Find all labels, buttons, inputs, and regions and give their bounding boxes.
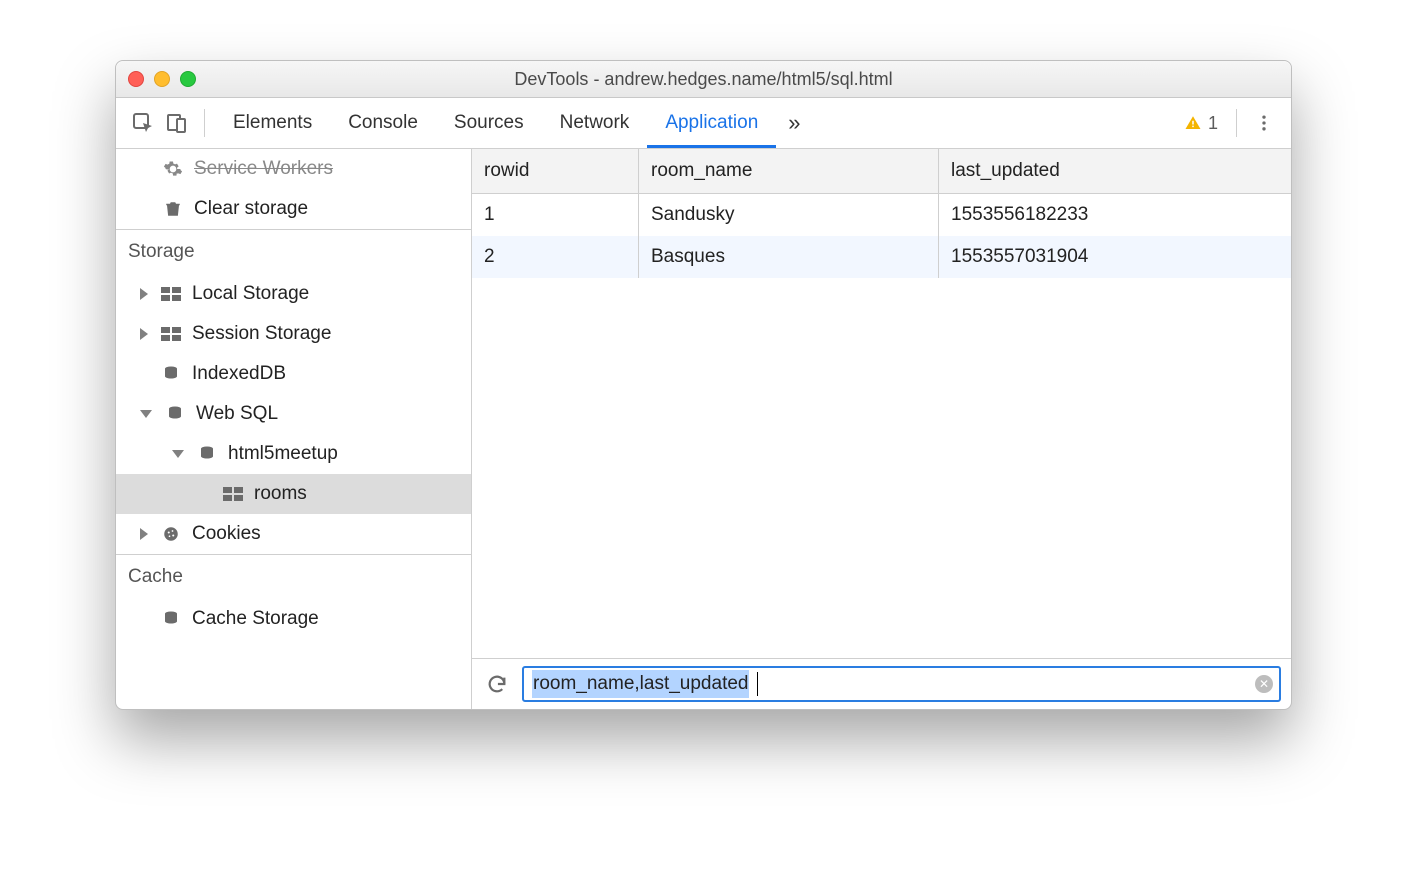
query-bar: room_name,last_updated ✕ [472, 658, 1291, 709]
sidebar-item-service-workers[interactable]: Service Workers [116, 149, 471, 189]
cell-room-name: Basques [639, 236, 939, 278]
grid-body: 1 Sandusky 1553556182233 2 Basques 15535… [472, 194, 1291, 658]
sidebar-item-cookies[interactable]: Cookies [116, 514, 471, 554]
window-titlebar: DevTools - andrew.hedges.name/html5/sql.… [116, 61, 1291, 98]
inspect-element-icon[interactable] [126, 106, 160, 140]
data-pane: rowid room_name last_updated 1 Sandusky … [472, 149, 1291, 709]
cell-room-name: Sandusky [639, 194, 939, 236]
table-icon [160, 325, 182, 343]
tab-application[interactable]: Application [647, 98, 776, 148]
zoom-window-button[interactable] [180, 71, 196, 87]
sidebar-item-indexeddb[interactable]: IndexedDB [116, 354, 471, 394]
column-header-rowid[interactable]: rowid [472, 149, 639, 193]
application-sidebar: Service Workers Clear storage Storage [116, 149, 472, 709]
close-window-button[interactable] [128, 71, 144, 87]
cell-rowid: 2 [472, 236, 639, 278]
gear-icon [162, 160, 184, 178]
sidebar-item-label: Service Workers [194, 158, 333, 180]
sidebar-item-label: Local Storage [192, 283, 309, 305]
sidebar-item-label: Clear storage [194, 198, 308, 220]
devtools-window: DevTools - andrew.hedges.name/html5/sql.… [115, 60, 1292, 710]
cell-last-updated: 1553556182233 [939, 194, 1291, 236]
sidebar-item-label: html5meetup [228, 443, 338, 465]
expand-icon [140, 528, 148, 540]
table-row[interactable]: 1 Sandusky 1553556182233 [472, 194, 1291, 236]
section-cache: Cache [116, 554, 471, 599]
tab-network[interactable]: Network [542, 98, 648, 148]
sidebar-item-local-storage[interactable]: Local Storage [116, 274, 471, 314]
cookie-icon [160, 525, 182, 543]
tab-sources[interactable]: Sources [436, 98, 542, 148]
table-icon [222, 485, 244, 503]
sidebar-item-label: Session Storage [192, 323, 331, 345]
trash-icon [162, 200, 184, 218]
sql-table-grid: rowid room_name last_updated 1 Sandusky … [472, 149, 1291, 658]
tab-console[interactable]: Console [330, 98, 436, 148]
sidebar-item-websql-db[interactable]: html5meetup [116, 434, 471, 474]
table-icon [160, 285, 182, 303]
query-selected-text: room_name,last_updated [532, 670, 749, 698]
sidebar-item-label: Web SQL [196, 403, 278, 425]
warning-icon [1184, 114, 1202, 132]
table-row[interactable]: 2 Basques 1553557031904 [472, 236, 1291, 278]
section-storage: Storage [116, 229, 471, 274]
sql-query-input[interactable]: room_name,last_updated ✕ [522, 666, 1281, 702]
collapse-icon [140, 410, 152, 418]
cell-last-updated: 1553557031904 [939, 236, 1291, 278]
window-title: DevTools - andrew.hedges.name/html5/sql.… [116, 69, 1291, 90]
traffic-lights [128, 71, 196, 87]
sidebar-item-clear-storage[interactable]: Clear storage [116, 189, 471, 229]
clear-input-button[interactable]: ✕ [1255, 675, 1273, 693]
sidebar-item-session-storage[interactable]: Session Storage [116, 314, 471, 354]
database-icon [160, 365, 182, 383]
database-icon [196, 445, 218, 463]
warnings-count: 1 [1208, 113, 1218, 134]
more-options-icon[interactable] [1247, 106, 1281, 140]
device-toolbar-icon[interactable] [160, 106, 194, 140]
column-header-last-updated[interactable]: last_updated [939, 149, 1291, 193]
sidebar-item-label: Cache Storage [192, 608, 319, 630]
column-header-room-name[interactable]: room_name [639, 149, 939, 193]
database-icon [160, 610, 182, 628]
sidebar-item-websql-table[interactable]: rooms [116, 474, 471, 514]
collapse-icon [172, 450, 184, 458]
minimize-window-button[interactable] [154, 71, 170, 87]
grid-header: rowid room_name last_updated [472, 149, 1291, 194]
tab-separator [204, 109, 205, 137]
text-caret [757, 672, 758, 696]
warnings-indicator[interactable]: 1 [1184, 113, 1218, 134]
sidebar-item-label: IndexedDB [192, 363, 286, 385]
expand-icon [140, 288, 148, 300]
tabs-overflow-button[interactable]: » [776, 98, 812, 148]
sidebar-item-websql[interactable]: Web SQL [116, 394, 471, 434]
tab-elements[interactable]: Elements [215, 98, 330, 148]
tab-separator-right [1236, 109, 1237, 137]
refresh-icon [486, 673, 508, 695]
expand-icon [140, 328, 148, 340]
refresh-button[interactable] [482, 669, 512, 699]
cell-rowid: 1 [472, 194, 639, 236]
sidebar-item-label: rooms [254, 483, 307, 505]
database-icon [164, 405, 186, 423]
sidebar-item-label: Cookies [192, 523, 261, 545]
panel-tabs: Elements Console Sources Network Applica… [116, 98, 1291, 149]
sidebar-item-cache-storage[interactable]: Cache Storage [116, 599, 471, 639]
